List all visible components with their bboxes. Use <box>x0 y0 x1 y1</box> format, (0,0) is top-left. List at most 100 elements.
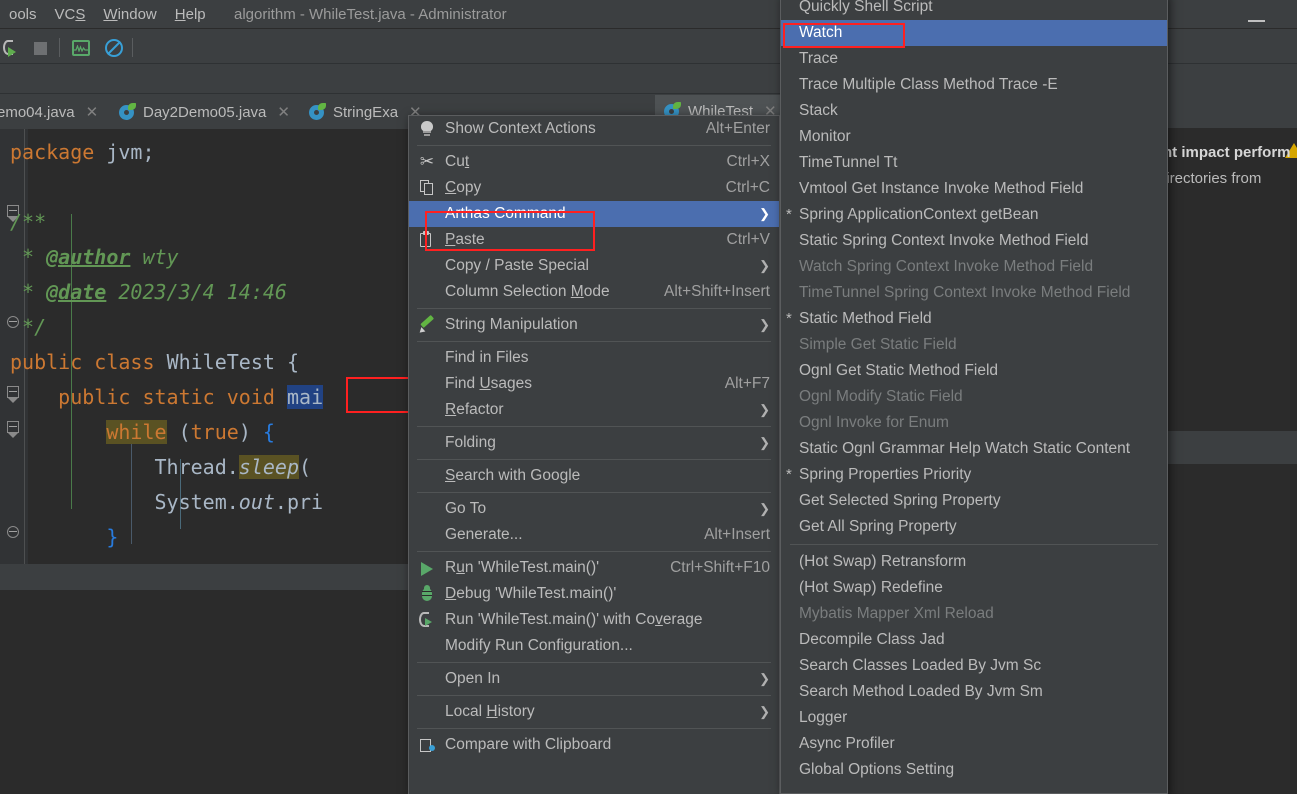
arthas-item-static-spring-context-invoke-method-field[interactable]: Static Spring Context Invoke Method Fiel… <box>781 228 1167 254</box>
code-token: ( <box>299 455 312 479</box>
arthas-item-get-all-spring-property[interactable]: Get All Spring Property <box>781 514 1167 540</box>
arthas-item-ognl-invoke-for-enum: Ognl Invoke for Enum <box>781 410 1167 436</box>
menubar-item-ools[interactable]: ools <box>0 4 46 26</box>
code-line-1: package jvm; <box>10 135 155 170</box>
arthas-item-search-method-loaded-by-jvm-sm[interactable]: Search Method Loaded By Jvm Sm <box>781 679 1167 705</box>
arthas-item-quickly-shell-script[interactable]: Quickly Shell Script <box>781 0 1167 20</box>
chevron-right-icon: ❯ <box>759 317 770 332</box>
minimize-button[interactable] <box>1243 12 1271 32</box>
arthas-item-async-profiler[interactable]: Async Profiler <box>781 731 1167 757</box>
arthas-item-decompile-class-jad[interactable]: Decompile Class Jad <box>781 627 1167 653</box>
menu-item-paste[interactable]: Paste Ctrl+V <box>409 227 779 253</box>
tab-label: Day2Demo05.java <box>143 103 267 121</box>
editor-tab-emo04-java[interactable]: emo04.java ✕ <box>0 95 107 129</box>
arthas-item-stack[interactable]: Stack <box>781 98 1167 124</box>
menu-item-local-history[interactable]: Local History ❯ <box>409 699 779 725</box>
bottom-tip-bold: nt impact perform <box>1163 144 1291 161</box>
menu-item-column-selection-mode[interactable]: Column Selection Mode Alt+Shift+Insert <box>409 279 779 305</box>
menu-item-shortcut: Alt+F7 <box>724 375 770 392</box>
arthas-item-label: Ognl Invoke for Enum <box>799 414 949 431</box>
arthas-item-vmtool-get-instance-invoke-method-field[interactable]: Vmtool Get Instance Invoke Method Field <box>781 176 1167 202</box>
menu-item-run-whiletest-main-with-coverage[interactable]: Run 'WhileTest.main()' with Coverage <box>409 607 779 633</box>
arthas-item-label: (Hot Swap) Retransform <box>799 553 967 570</box>
menu-item-modify-run-configuration[interactable]: Modify Run Configuration... <box>409 633 779 659</box>
arthas-item-logger[interactable]: Logger <box>781 705 1167 731</box>
stop-icon[interactable] <box>30 37 52 59</box>
menu-item-label: Search with Google <box>445 467 581 484</box>
menu-item-copy[interactable]: Copy Ctrl+C <box>409 175 779 201</box>
menubar-item-window[interactable]: Window <box>94 4 165 26</box>
menu-item-string-manipulation[interactable]: String Manipulation ❯ <box>409 312 779 338</box>
arthas-item-trace[interactable]: Trace <box>781 46 1167 72</box>
pencil-icon <box>417 314 436 335</box>
arthas-item-watch[interactable]: Watch <box>781 20 1167 46</box>
menu-item-compare-with-clipboard[interactable]: Compare with Clipboard <box>409 732 779 758</box>
arthas-item-static-method-field[interactable]: * Static Method Field <box>781 306 1167 332</box>
menu-item-cut[interactable]: ✂ Cut Ctrl+X <box>409 149 779 175</box>
arthas-item-monitor[interactable]: Monitor <box>781 124 1167 150</box>
arthas-item-hot-swap-redefine[interactable]: (Hot Swap) Redefine <box>781 575 1167 601</box>
arthas-item-simple-get-static-field: Simple Get Static Field <box>781 332 1167 358</box>
editor-context-menu[interactable]: Show Context Actions Alt+Enter ✂ Cut Ctrl+X C… <box>408 115 780 794</box>
arthas-item-label: Static Spring Context Invoke Method Fiel… <box>799 232 1089 249</box>
arthas-item-label: Watch Spring Context Invoke Method Field <box>799 258 1094 275</box>
run-icon <box>418 559 436 577</box>
arthas-item-label: Get Selected Spring Property <box>799 492 1001 509</box>
menu-item-search-with-google[interactable]: Search with Google <box>409 463 779 489</box>
tab-close-icon[interactable]: ✕ <box>277 103 290 121</box>
code-line-9: while (true) { <box>10 415 275 450</box>
code-token: mai <box>286 385 324 409</box>
arthas-item-spring-applicationcontext-getbean[interactable]: * Spring ApplicationContext getBean <box>781 202 1167 228</box>
arthas-item-spring-properties-priority[interactable]: * Spring Properties Priority <box>781 462 1167 488</box>
suppress-icon[interactable] <box>103 37 125 59</box>
arthas-item-label: Watch <box>799 24 843 41</box>
menubar-item-help[interactable]: Help <box>166 4 215 26</box>
menubar-item-vcs[interactable]: VCS <box>46 4 95 26</box>
editor-tab-day2demo05-java[interactable]: Day2Demo05.java ✕ <box>110 95 299 129</box>
menu-item-generate[interactable]: Generate... Alt+Insert <box>409 522 779 548</box>
code-line-7: public class WhileTest { <box>10 345 299 380</box>
code-token: Thread <box>154 455 227 479</box>
arthas-command-submenu[interactable]: Quickly Shell Script Watch Trace Trace Mult… <box>780 0 1168 794</box>
menu-item-arthas-command[interactable]: Arthas Command ❯ <box>409 201 779 227</box>
menu-item-copy-paste-special[interactable]: Copy / Paste Special ❯ <box>409 253 779 279</box>
code-token: . <box>274 490 287 514</box>
arthas-item-global-options-setting[interactable]: Global Options Setting <box>781 757 1167 783</box>
menu-item-run-whiletest-main[interactable]: Run 'WhileTest.main()' Ctrl+Shift+F10 <box>409 555 779 581</box>
arthas-item-get-selected-spring-property[interactable]: Get Selected Spring Property <box>781 488 1167 514</box>
profiler-monitor-icon[interactable] <box>70 37 92 59</box>
menu-item-go-to[interactable]: Go To ❯ <box>409 496 779 522</box>
arthas-item-search-classes-loaded-by-jvm-sc[interactable]: Search Classes Loaded By Jvm Sc <box>781 653 1167 679</box>
arthas-item-label: Mybatis Mapper Xml Reload <box>799 605 994 622</box>
menu-item-label: Debug 'WhileTest.main()' <box>445 585 617 602</box>
menu-item-debug-whiletest-main[interactable]: Debug 'WhileTest.main()' <box>409 581 779 607</box>
menu-item-shortcut: Ctrl+Shift+F10 <box>670 559 770 576</box>
menu-item-refactor[interactable]: Refactor ❯ <box>409 397 779 423</box>
arthas-item-ognl-get-static-method-field[interactable]: Ognl Get Static Method Field <box>781 358 1167 384</box>
run-with-coverage-icon[interactable] <box>0 37 18 59</box>
code-token: true <box>190 420 239 444</box>
tab-close-icon[interactable]: ✕ <box>86 103 99 121</box>
arthas-item-label: Spring ApplicationContext getBean <box>799 206 1039 223</box>
arthas-item-static-ognl-grammar-help-watch-static-content[interactable]: Static Ognl Grammar Help Watch Static Co… <box>781 436 1167 462</box>
menu-item-open-in[interactable]: Open In ❯ <box>409 666 779 692</box>
menu-item-find-usages[interactable]: Find Usages Alt+F7 <box>409 371 779 397</box>
menu-item-folding[interactable]: Folding ❯ <box>409 430 779 456</box>
code-token: sleep <box>238 455 300 479</box>
menu-item-label: Arthas Command <box>445 205 566 222</box>
menu-separator <box>417 662 771 663</box>
menu-separator <box>417 145 771 146</box>
menu-item-show-context-actions[interactable]: Show Context Actions Alt+Enter <box>409 116 779 142</box>
scissors-icon: ✂ <box>419 152 435 171</box>
arthas-item-label: Quickly Shell Script <box>799 0 933 15</box>
clipboard-compare-icon <box>418 736 436 754</box>
arthas-item-trace-multiple-class-method-trace-e[interactable]: Trace Multiple Class Method Trace -E <box>781 72 1167 98</box>
arthas-item-label: TimeTunnel Tt <box>799 154 898 171</box>
arthas-item-hot-swap-retransform[interactable]: (Hot Swap) Retransform <box>781 549 1167 575</box>
menu-item-find-in-files[interactable]: Find in Files <box>409 345 779 371</box>
arthas-item-label: Stack <box>799 102 838 119</box>
arthas-item-timetunnel-tt[interactable]: TimeTunnel Tt <box>781 150 1167 176</box>
